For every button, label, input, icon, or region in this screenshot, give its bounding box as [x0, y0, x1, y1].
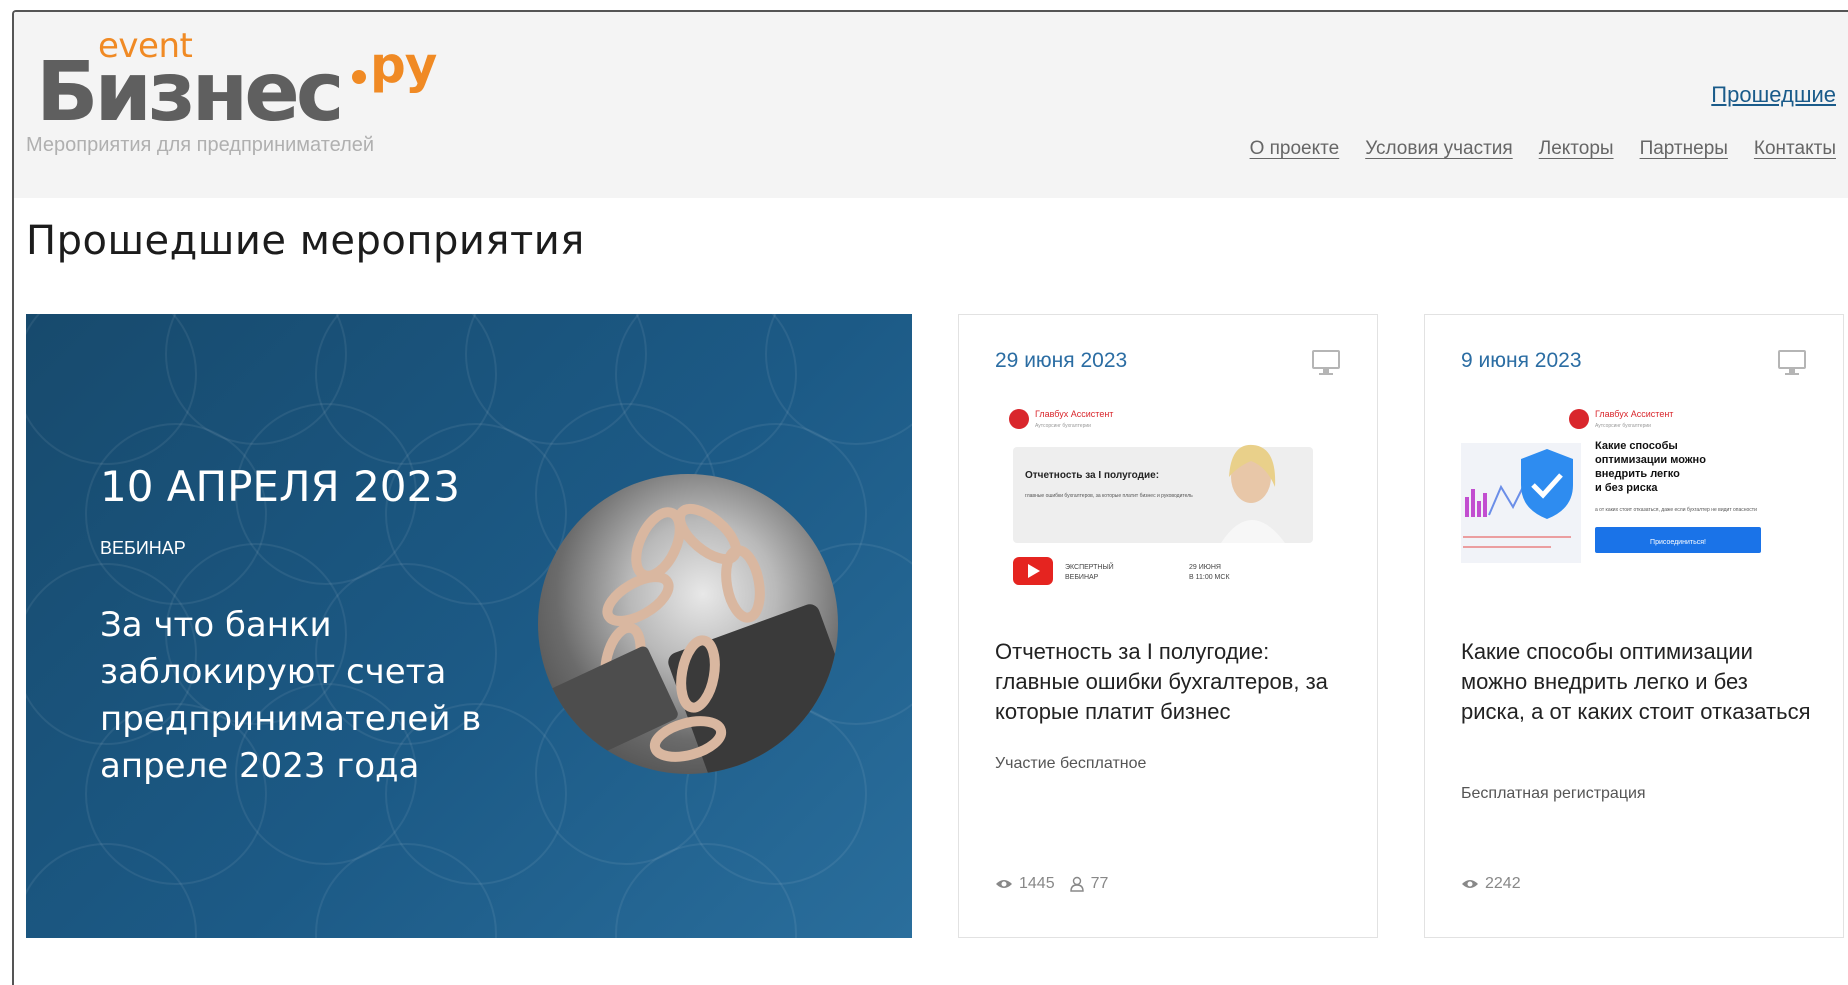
views-count: 1445 [1019, 875, 1055, 892]
hero-chain-photo [538, 474, 838, 774]
eye-icon [1462, 880, 1478, 888]
thumb-sub: а от каких стоит отказаться, даже если б… [1595, 507, 1757, 513]
site-header: event Бизнес ру Мероприятия для предприн… [14, 12, 1848, 198]
views-count: 2242 [1485, 875, 1521, 892]
event-card[interactable]: 29 июня 2023 Главбух Ассистент Аутсорсин… [958, 314, 1378, 938]
hero-event-type: ВЕБИНАР [100, 538, 186, 558]
nav-link-contacts[interactable]: Контакты [1754, 138, 1836, 160]
event-stats: 1445 77 [995, 875, 1108, 893]
site-logo[interactable]: event Бизнес ру [26, 26, 446, 140]
logo-domain-text: ру [370, 36, 437, 94]
monitor-icon [1312, 350, 1340, 375]
thumb-button: Присоединиться! [1650, 539, 1706, 546]
nav-link-speakers[interactable]: Лекторы [1539, 138, 1614, 160]
chain-illustration [548, 503, 838, 774]
site-tagline: Мероприятия для предпринимателей [26, 134, 375, 156]
event-note: Бесплатная регистрация [1461, 785, 1646, 802]
event-thumbnail: Главбух Ассистент Аутсорсинг бухгалтерии… [995, 397, 1335, 597]
thumb-heading-4: и без риска [1595, 482, 1658, 494]
logo-dot [352, 70, 366, 84]
event-stats: 2242 [1461, 875, 1521, 893]
page-frame: event Бизнес ру Мероприятия для предприн… [12, 10, 1848, 985]
participants-count: 77 [1090, 875, 1109, 892]
monitor-icon [1778, 350, 1806, 375]
past-events-link[interactable]: Прошедшие [1711, 82, 1836, 108]
thumb-brand: Главбух Ассистент [1035, 409, 1113, 419]
event-thumbnail: Главбух Ассистент Аутсорсинг бухгалтерии… [1461, 397, 1801, 597]
hero-event-date: 10 АПРЕЛЯ 2023 [100, 462, 460, 511]
thumb-heading-2: оптимизации можно [1595, 454, 1706, 466]
thumb-sub: главные ошибки бухгалтеров, за которые п… [1025, 493, 1193, 499]
thumb-heading-1: Какие способы [1595, 440, 1678, 452]
thumb-brand-sub: Аутсорсинг бухгалтерии [1595, 423, 1651, 429]
user-icon [1069, 876, 1084, 892]
thumb-when-1: 29 ИЮНЯ [1189, 564, 1221, 571]
nav-link-conditions[interactable]: Условия участия [1365, 138, 1513, 160]
thumb-heading: Отчетность за I полугодие: [1025, 470, 1159, 481]
event-title: Отчетность за I полугодие: главные ошибк… [995, 639, 1328, 724]
event-title: Какие способы оптимизации можно внедрить… [1461, 639, 1811, 724]
eye-icon [996, 880, 1012, 888]
thumb-badge-1: ЭКСПЕРТНЫЙ [1065, 562, 1114, 571]
nav-link-about[interactable]: О проекте [1250, 138, 1340, 160]
main-nav: О проекте Условия участия Лекторы Партне… [1250, 138, 1836, 160]
thumb-brand: Главбух Ассистент [1595, 409, 1673, 419]
thumb-badge-2: ВЕБИНАР [1065, 574, 1099, 581]
nav-link-partners[interactable]: Партнеры [1640, 138, 1728, 160]
thumb-brand-sub: Аутсорсинг бухгалтерии [1035, 423, 1091, 429]
logo-main-text: Бизнес [36, 45, 344, 140]
hero-event-title: За что банки заблокируют счета предприни… [100, 605, 482, 786]
event-date: 29 июня 2023 [995, 349, 1128, 372]
event-note: Участие бесплатное [995, 755, 1147, 772]
event-date: 9 июня 2023 [1461, 349, 1582, 372]
thumb-heading-3: внедрить легко [1595, 468, 1680, 480]
event-card[interactable]: 9 июня 2023 Главбух Ассистент Аутсорсинг… [1424, 314, 1844, 938]
featured-event-banner[interactable]: 10 АПРЕЛЯ 2023 ВЕБИНАР За что банки забл… [26, 314, 912, 938]
page-title: Прошедшие мероприятия [26, 218, 585, 264]
thumb-when-2: В 11:00 МСК [1189, 574, 1230, 581]
